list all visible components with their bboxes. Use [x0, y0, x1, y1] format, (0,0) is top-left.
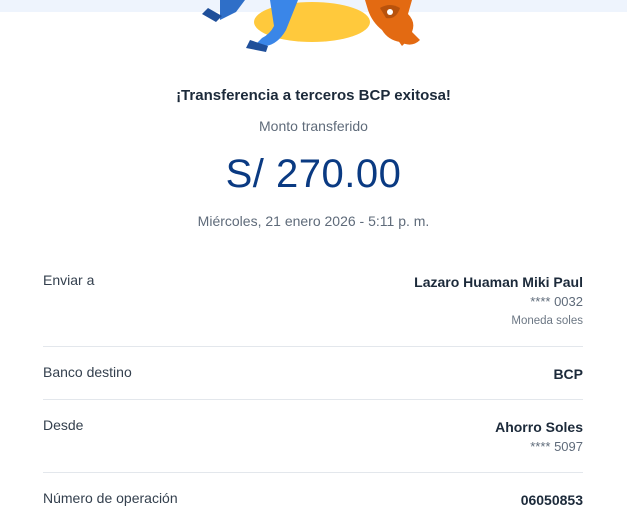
divider — [43, 346, 583, 347]
success-title: ¡Transferencia a terceros BCP exitosa! — [176, 87, 451, 104]
recipient-values: Lazaro Huaman Miki Paul **** 0032 Moneda… — [414, 272, 583, 330]
source-values: Ahorro Soles **** 5097 — [495, 417, 583, 457]
bank-value: BCP — [553, 366, 583, 382]
bank-values: BCP — [553, 364, 583, 384]
transferred-amount: S/ 270.00 — [225, 152, 402, 196]
source-account: **** 5097 — [530, 439, 583, 454]
operation-values: 06050853 — [521, 490, 583, 510]
operation-label: Número de operación — [43, 490, 178, 506]
detail-row-bank: Banco destino BCP — [43, 364, 583, 386]
source-account-name: Ahorro Soles — [495, 419, 583, 435]
success-illustration — [150, 0, 477, 60]
operation-number: 06050853 — [520, 492, 583, 508]
recipient-account: **** 0032 — [530, 294, 583, 309]
detail-row-source: Desde Ahorro Soles **** 5097 — [43, 417, 583, 459]
recipient-label: Enviar a — [43, 272, 95, 288]
source-label: Desde — [43, 417, 84, 433]
detail-row-recipient: Enviar a Lazaro Huaman Miki Paul **** 00… — [43, 272, 583, 332]
divider — [43, 399, 583, 400]
recipient-currency: Moneda soles — [511, 315, 583, 327]
recipient-name: Lazaro Huaman Miki Paul — [414, 274, 583, 290]
bank-label: Banco destino — [43, 364, 132, 380]
detail-row-operation: Número de operación 06050853 — [43, 490, 583, 512]
transaction-datetime: Miércoles, 21 enero 2026 - 5:11 p. m. — [197, 213, 430, 229]
divider — [43, 472, 583, 473]
amount-label: Monto transferido — [259, 118, 368, 134]
